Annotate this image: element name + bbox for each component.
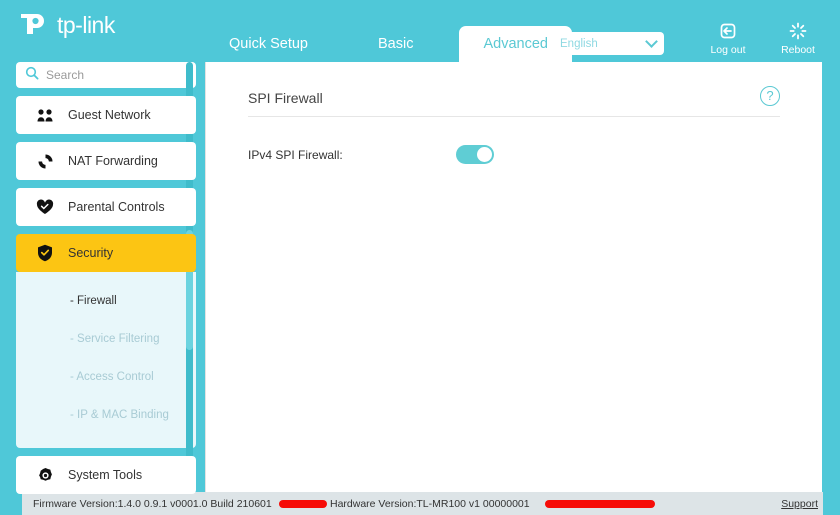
language-select[interactable]: English xyxy=(552,32,664,55)
search-input[interactable] xyxy=(46,68,187,82)
sidebar-item-label: Parental Controls xyxy=(68,200,165,214)
sidebar-item-label: Guest Network xyxy=(68,108,151,122)
search-box[interactable] xyxy=(16,62,196,88)
ipv4-spi-firewall-row: IPv4 SPI Firewall: xyxy=(248,145,822,164)
submenu-item-access-control[interactable]: - Access Control xyxy=(16,358,196,396)
brand-logo: tp-link xyxy=(16,8,115,42)
language-value: English xyxy=(560,37,598,50)
submenu-item-ip-mac-binding[interactable]: - IP & MAC Binding xyxy=(16,396,196,434)
content-panel: SPI Firewall ? IPv4 SPI Firewall: xyxy=(205,62,822,492)
chevron-down-icon xyxy=(645,35,658,48)
sidebar: Guest Network NAT Forwarding Parental Co… xyxy=(16,62,196,494)
tab-quick-setup[interactable]: Quick Setup xyxy=(205,26,332,62)
support-link[interactable]: Support xyxy=(781,498,818,510)
ipv4-spi-firewall-label: IPv4 SPI Firewall: xyxy=(248,147,343,162)
sidebar-item-label: NAT Forwarding xyxy=(68,154,158,168)
sidebar-item-parental-controls[interactable]: Parental Controls xyxy=(16,188,196,226)
footer-left-fill xyxy=(0,492,22,515)
router-admin-page: tp-link Quick Setup Basic Advanced Engli… xyxy=(0,0,840,515)
help-question-icon[interactable]: ? xyxy=(760,86,780,106)
reboot-label: Reboot xyxy=(781,44,815,56)
hardware-version-text: Hardware Version:TL-MR100 v1 00000001 xyxy=(330,497,530,510)
brand-name: tp-link xyxy=(57,11,115,38)
firmware-version: Firmware Version:1.4.0 0.9.1 v0001.0 Bui… xyxy=(33,498,327,510)
system-tools-gear-icon xyxy=(36,467,54,484)
panel-header: SPI Firewall ? xyxy=(248,86,780,117)
sidebar-item-security[interactable]: Security xyxy=(16,234,196,272)
sidebar-item-guest-network[interactable]: Guest Network xyxy=(16,96,196,134)
sidebar-item-nat-forwarding[interactable]: NAT Forwarding xyxy=(16,142,196,180)
search-icon xyxy=(25,66,39,85)
parental-controls-icon xyxy=(36,199,54,215)
submenu-item-firewall[interactable]: - Firewall xyxy=(16,282,196,320)
firmware-redaction-mark xyxy=(278,499,327,508)
sidebar-item-label: System Tools xyxy=(68,468,143,482)
hardware-version: Hardware Version:TL-MR100 v1 00000001 xyxy=(330,498,655,510)
main-tabs: Quick Setup Basic Advanced xyxy=(205,0,594,62)
logout-icon xyxy=(700,20,756,42)
logout-label: Log out xyxy=(710,44,746,56)
security-shield-icon xyxy=(36,244,54,262)
security-submenu: - Firewall - Service Filtering - Access … xyxy=(16,272,196,448)
hardware-redaction-mark xyxy=(544,499,655,508)
right-edge-strip xyxy=(823,0,840,515)
submenu-item-service-filtering[interactable]: - Service Filtering xyxy=(16,320,196,358)
firmware-version-text: Firmware Version:1.4.0 0.9.1 v0001.0 Bui… xyxy=(33,497,272,510)
sidebar-item-label: Security xyxy=(68,246,114,260)
footer-bar: Firmware Version:1.4.0 0.9.1 v0001.0 Bui… xyxy=(0,492,840,515)
nat-forwarding-icon xyxy=(36,153,54,170)
reboot-button[interactable]: Reboot xyxy=(770,20,826,56)
tab-basic[interactable]: Basic xyxy=(354,26,437,62)
logout-button[interactable]: Log out xyxy=(700,20,756,56)
toggle-knob xyxy=(477,147,492,162)
sidebar-item-system-tools[interactable]: System Tools xyxy=(16,456,196,494)
tplink-logo-icon xyxy=(16,8,50,42)
reboot-icon xyxy=(770,20,826,42)
header-bar: tp-link Quick Setup Basic Advanced Engli… xyxy=(0,0,840,62)
page-title: SPI Firewall xyxy=(248,90,323,106)
ipv4-spi-firewall-toggle[interactable] xyxy=(456,145,494,164)
guest-network-icon xyxy=(36,108,54,123)
